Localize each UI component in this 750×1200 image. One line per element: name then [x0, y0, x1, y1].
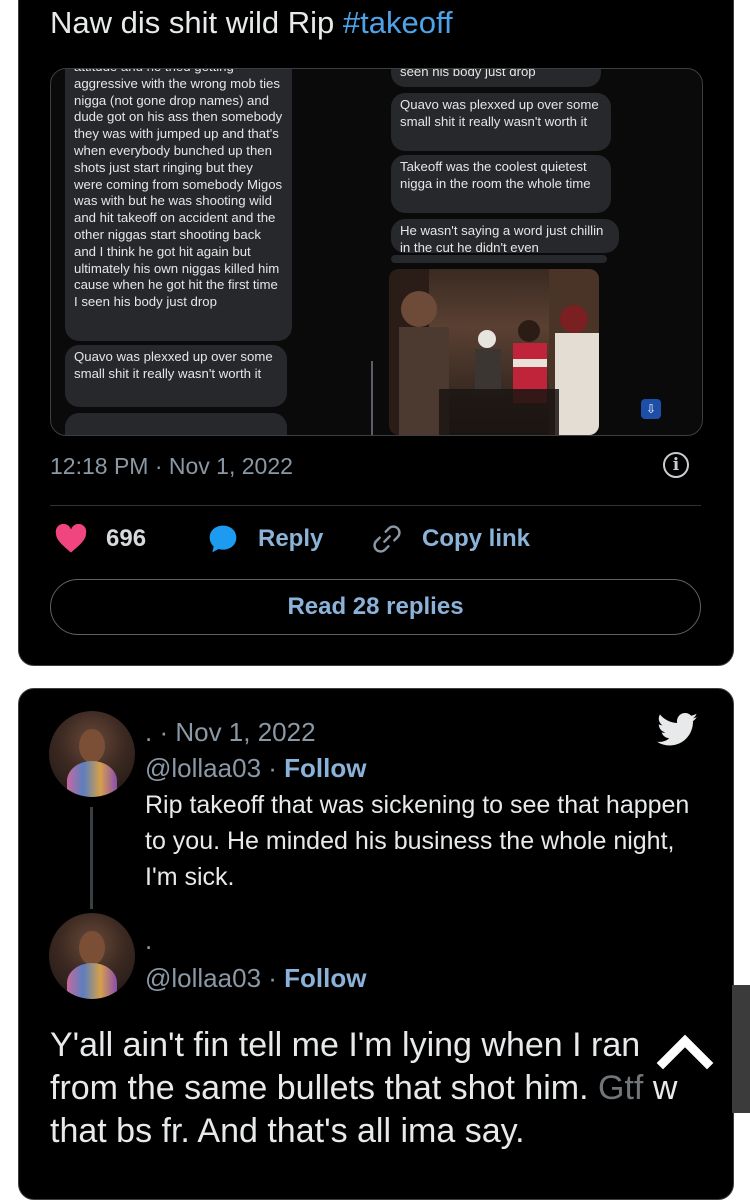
thread-line: [90, 807, 93, 909]
reply-label: Reply: [258, 525, 324, 552]
avatar-outfit: [67, 963, 117, 999]
main-reply-text: Y'all ain't fin tell me I'm lying when I…: [50, 1024, 710, 1153]
avatar[interactable]: [49, 711, 135, 797]
reply-handle-row: @lollaa03 · Follow: [145, 963, 366, 994]
tweet-card: Naw dis shit wild Rip #takeoff attitude …: [18, 0, 734, 666]
info-icon[interactable]: i: [663, 452, 689, 478]
twitter-bird-icon[interactable]: [657, 713, 699, 747]
reply-text-main: Y'all ain't fin tell me I'm lying when I…: [50, 1026, 641, 1107]
screenshot-left: attitude and he tried getting aggressive…: [51, 69, 376, 435]
follow-button[interactable]: Follow: [284, 753, 366, 783]
tweet-media[interactable]: attitude and he tried getting aggressive…: [50, 68, 703, 436]
message-bubble: Quavo was plexxed up over some small shi…: [65, 345, 287, 407]
display-name[interactable]: .: [145, 925, 152, 956]
hashtag-link[interactable]: #takeoff: [343, 5, 453, 40]
message-bubble-partial: [65, 413, 287, 435]
display-name[interactable]: .: [145, 717, 152, 747]
reply-text: Rip takeoff that was sickening to see th…: [145, 791, 690, 891]
avatar[interactable]: [49, 913, 135, 999]
divider: [50, 505, 701, 506]
copy-link-label: Copy link: [422, 525, 531, 552]
copy-link-button[interactable]: Copy link: [370, 513, 530, 565]
link-icon: [373, 525, 401, 553]
avatar-face: [79, 729, 105, 763]
message-bubble: He wasn't saying a word just chillin in …: [391, 219, 619, 253]
user-handle[interactable]: @lollaa03: [145, 963, 261, 993]
read-replies-button[interactable]: Read 28 replies: [50, 579, 701, 635]
reply-date[interactable]: · Nov 1, 2022: [159, 717, 315, 747]
tweet-text: Naw dis shit wild Rip #takeoff: [50, 5, 453, 41]
tweet-text-body: Naw dis shit wild Rip: [50, 5, 343, 40]
heart-icon: [55, 524, 87, 553]
speech-bubble-icon: [209, 525, 237, 553]
party-photo: [389, 269, 599, 435]
reply-meta: . · Nov 1, 2022: [145, 717, 316, 748]
separator: ·: [261, 963, 285, 993]
tweet-timestamp[interactable]: 12:18 PM · Nov 1, 2022: [50, 453, 293, 480]
side-scroll-tab[interactable]: [732, 985, 750, 1113]
photo-scene: [389, 269, 599, 435]
follow-button[interactable]: Follow: [284, 963, 366, 993]
reply-text-faded: Gtf: [598, 1069, 644, 1107]
screenshot-scrollbar: [371, 361, 373, 435]
tweet-actions: 696 Reply Copy link: [50, 513, 701, 565]
message-bubble: Takeoff was the coolest quietest nigga i…: [391, 155, 611, 213]
message-bubble-partial: [391, 255, 607, 263]
user-handle[interactable]: @lollaa03: [145, 753, 261, 783]
reply-handle-row: @lollaa03 · Follow: [145, 753, 366, 784]
like-count: 696: [106, 525, 147, 552]
reply-button[interactable]: Reply: [206, 513, 323, 565]
avatar-outfit: [67, 761, 117, 797]
like-button[interactable]: 696: [54, 513, 146, 565]
chevron-up-icon[interactable]: [655, 1023, 715, 1075]
avatar-face: [79, 931, 105, 965]
message-bubble: seen his body just drop: [391, 69, 601, 87]
message-bubble: attitude and he tried getting aggressive…: [65, 69, 292, 341]
message-bubble: Quavo was plexxed up over some small shi…: [391, 93, 611, 151]
separator: ·: [261, 753, 285, 783]
reply-card: . · Nov 1, 2022 @lollaa03 · Follow Rip t…: [18, 688, 734, 1200]
download-icon[interactable]: ⇩: [641, 399, 661, 419]
screenshot-right: seen his body just drop Quavo was plexxe…: [377, 69, 702, 435]
